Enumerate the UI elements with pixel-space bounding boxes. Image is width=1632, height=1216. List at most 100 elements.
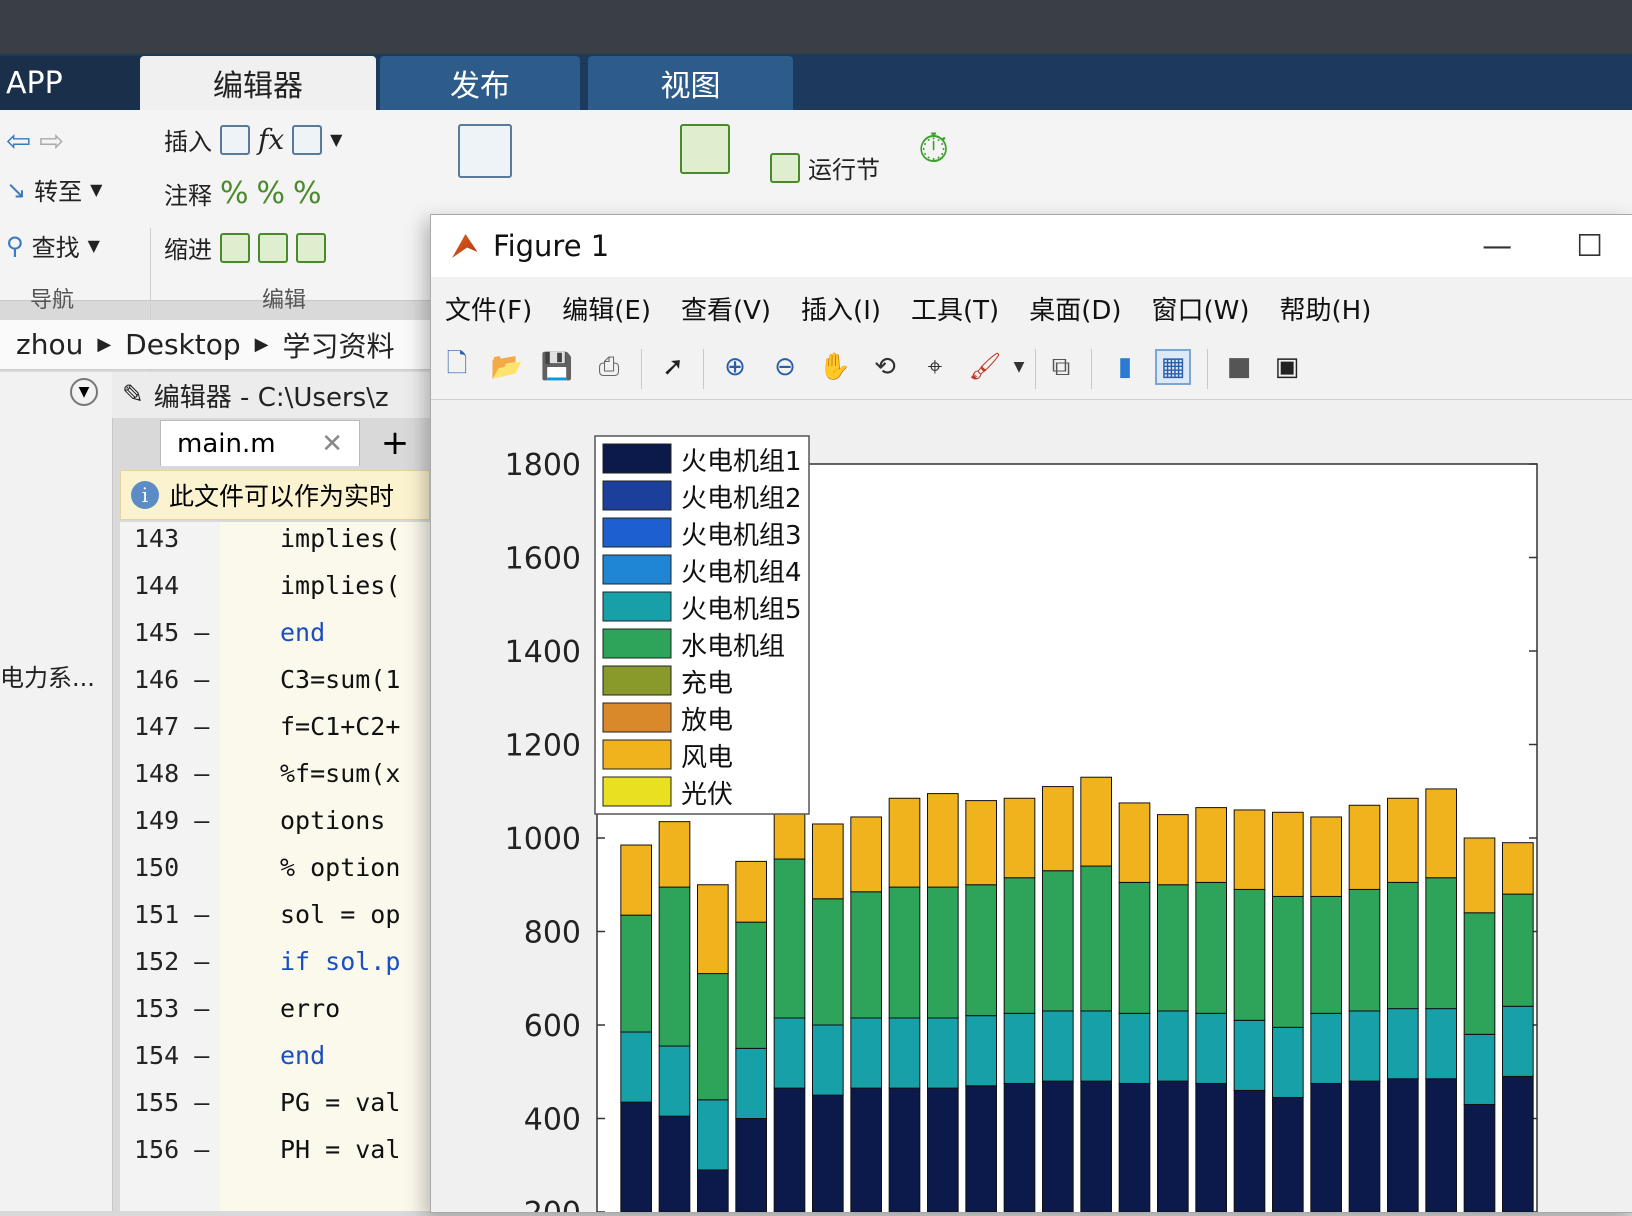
figure-menu-item[interactable]: 文件(F): [445, 290, 532, 327]
figure-menu-item[interactable]: 插入(I): [801, 290, 881, 327]
tab-publish[interactable]: 发布: [380, 56, 580, 110]
back-arrow-icon[interactable]: ⇦: [6, 124, 31, 159]
figure-menu-item[interactable]: 桌面(D): [1029, 290, 1121, 327]
code-line[interactable]: 150 % option: [120, 853, 430, 899]
bar-segment: [1118, 1082, 1151, 1213]
bar-segment: [697, 884, 729, 975]
code-line[interactable]: 146 — C3=sum(1: [120, 665, 430, 711]
pencil-icon: ✎: [122, 380, 144, 410]
insert-function-icon[interactable]: [292, 124, 323, 155]
code-line[interactable]: 145 — end: [120, 618, 430, 664]
goto-button[interactable]: ↘ 转至 ▼: [6, 172, 102, 207]
bar-segment: [1118, 881, 1151, 1014]
breakpoint-button[interactable]: [458, 124, 512, 178]
code-line[interactable]: 152 — if sol.p: [120, 947, 430, 993]
legend-label: 火电机组1: [681, 447, 802, 477]
file-tab-main[interactable]: main.m ✕: [160, 420, 360, 466]
brush-icon[interactable]: 🖌: [967, 349, 1003, 385]
run-section-button[interactable]: 运行节: [770, 150, 880, 185]
close-icon[interactable]: ✕: [321, 429, 343, 459]
save-icon[interactable]: 💾: [539, 349, 575, 385]
tab-view[interactable]: 视图: [588, 56, 793, 110]
legend-swatch: [602, 739, 672, 770]
percent-icon[interactable]: %: [220, 176, 249, 211]
code-line[interactable]: 155 — PG = val: [120, 1088, 430, 1134]
new-figure-icon[interactable]: 🗋: [439, 349, 475, 385]
pane-menu-icon[interactable]: ▼: [70, 378, 98, 406]
hide-plot-tools-icon[interactable]: ■: [1221, 349, 1257, 385]
figure-title: Figure 1: [493, 229, 610, 263]
code-line[interactable]: 156 — PH = val: [120, 1135, 430, 1181]
code-line[interactable]: 151 — sol = op: [120, 900, 430, 946]
legend-label: 放电: [681, 706, 733, 736]
code-editor[interactable]: 143 implies(144 implies(145 — end 146 — C3=su…: [120, 522, 430, 1211]
chevron-down-icon[interactable]: ▼: [1001, 349, 1037, 385]
folder-item-label[interactable]: 电力系...: [0, 658, 95, 693]
bar-segment: [1502, 1075, 1534, 1213]
zoom-in-icon[interactable]: ⊕: [717, 349, 753, 385]
code-line[interactable]: 144 implies(: [120, 571, 430, 617]
bar-segment: [1348, 1010, 1381, 1082]
legend-swatch: [602, 776, 672, 807]
smart-indent-icon[interactable]: [220, 232, 250, 263]
insert-section-icon[interactable]: [220, 124, 250, 155]
code-line[interactable]: 147 — f=C1+C2+: [120, 712, 430, 758]
minimize-icon[interactable]: —: [1482, 229, 1512, 264]
breadcrumb-item[interactable]: 学习资料: [283, 325, 395, 365]
bar-segment: [812, 1094, 844, 1213]
back-forward-buttons[interactable]: ⇦ ⇨: [6, 124, 64, 159]
code-line[interactable]: 148 — %f=sum(x: [120, 759, 430, 805]
run-advance-button[interactable]: [680, 124, 730, 174]
bar-segment: [927, 1087, 959, 1213]
link-plot-icon[interactable]: ⧉: [1043, 349, 1079, 385]
bar-segment: [1387, 881, 1419, 1010]
legend-icon[interactable]: ▦: [1155, 349, 1191, 385]
indent-group[interactable]: 缩进: [164, 230, 326, 265]
code-line[interactable]: 143 implies(: [120, 524, 430, 570]
current-folder-pane: ▼: [0, 372, 113, 1211]
zoom-out-icon[interactable]: ⊖: [767, 349, 803, 385]
figure-menu-item[interactable]: 窗口(W): [1152, 290, 1250, 327]
legend-label: 火电机组3: [681, 521, 802, 551]
figure-menu-bar: 文件(F) 编辑(E) 查看(V) 插入(I) 工具(T) 桌面(D) 窗口(W) 帮助(H): [431, 279, 1632, 337]
tab-app[interactable]: APP: [0, 56, 146, 110]
breadcrumb-item[interactable]: Desktop: [125, 328, 240, 361]
add-tab-button[interactable]: +: [370, 420, 420, 466]
increase-indent-icon[interactable]: [258, 232, 288, 263]
insert-group[interactable]: 插入 fx ▼: [164, 122, 342, 157]
open-file-icon[interactable]: 📂: [489, 349, 525, 385]
tab-editor[interactable]: 编辑器: [140, 56, 376, 110]
figure-menu-item[interactable]: 编辑(E): [562, 290, 651, 327]
code-text: if sol.p: [280, 947, 401, 976]
figure-menu-item[interactable]: 帮助(H): [1280, 290, 1372, 327]
y-tick-label: 1400: [505, 635, 581, 670]
bar-segment: [1118, 802, 1151, 883]
find-button[interactable]: ⚲ 查找 ▼: [6, 228, 100, 263]
goto-label: 转至: [34, 178, 83, 206]
forward-arrow-icon[interactable]: ⇨: [39, 124, 64, 159]
run-time-button[interactable]: ⏱: [918, 126, 949, 172]
line-number: 151 —: [134, 900, 210, 929]
chevron-down-icon[interactable]: ▼: [330, 130, 342, 149]
code-line[interactable]: 154 — end: [120, 1041, 430, 1087]
rotate-3d-icon[interactable]: ⟲: [867, 349, 903, 385]
figure-menu-item[interactable]: 查看(V): [681, 290, 771, 327]
decrease-indent-icon[interactable]: [296, 232, 326, 263]
fx-icon[interactable]: fx: [258, 123, 284, 156]
data-cursor-icon[interactable]: ⌖: [917, 349, 953, 385]
breadcrumb-item[interactable]: zhou: [16, 328, 83, 361]
bar-segment: [1310, 895, 1342, 1014]
pointer-icon[interactable]: ➚: [655, 349, 691, 385]
figure-menu-item[interactable]: 工具(T): [911, 290, 999, 327]
colorbar-icon[interactable]: ▮: [1107, 349, 1143, 385]
show-plot-tools-icon[interactable]: ▣: [1269, 349, 1305, 385]
maximize-icon[interactable]: ☐: [1576, 229, 1603, 264]
comment-group[interactable]: 注释 % % %: [164, 176, 322, 211]
pan-hand-icon[interactable]: ✋: [817, 349, 853, 385]
wrap-comment-icon[interactable]: %: [293, 176, 322, 211]
code-line[interactable]: 149 — options: [120, 806, 430, 852]
bar-segment: [1003, 1012, 1036, 1084]
code-line[interactable]: 153 — erro: [120, 994, 430, 1040]
uncomment-icon[interactable]: %: [257, 176, 286, 211]
print-icon[interactable]: ⎙: [591, 349, 627, 385]
